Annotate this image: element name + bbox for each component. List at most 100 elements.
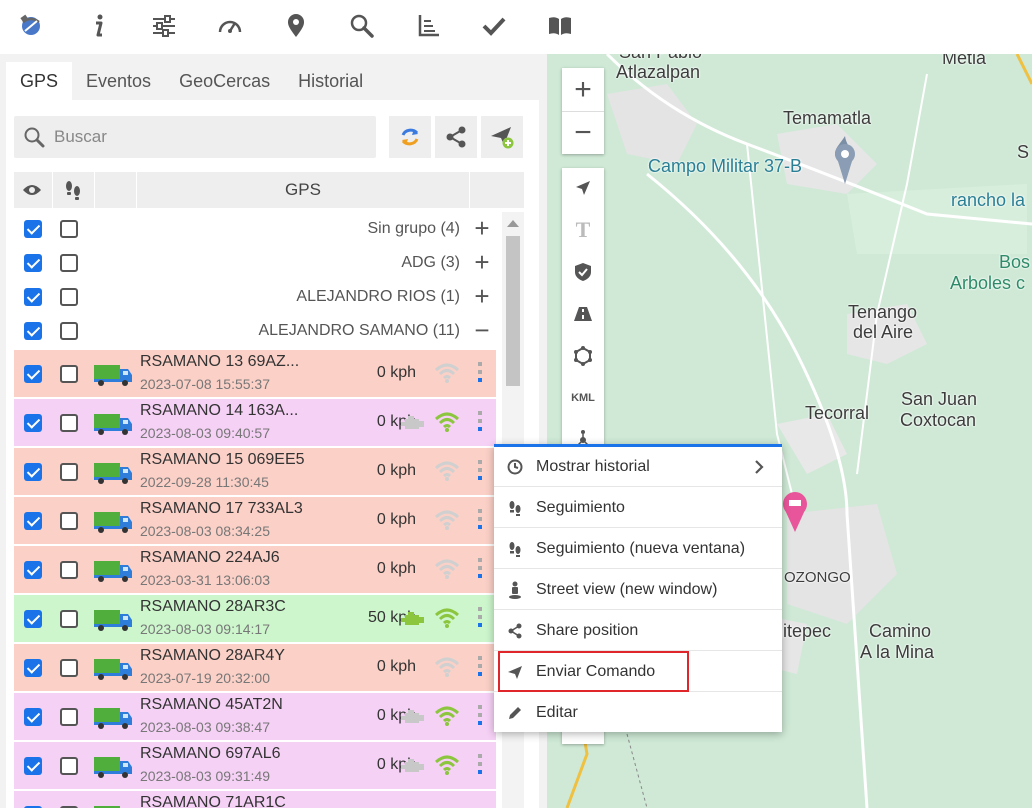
device-follow-checkbox[interactable]	[60, 708, 78, 726]
device-visible-checkbox[interactable]	[24, 414, 42, 432]
scrollbar-thumb[interactable]	[506, 236, 520, 386]
device-name: RSAMANO 15 069EE5	[140, 451, 305, 468]
search-icon[interactable]	[344, 8, 380, 44]
zoom-out-button[interactable]: −	[562, 111, 604, 154]
send-command-add-button[interactable]	[481, 116, 523, 158]
kml-icon[interactable]: KML	[562, 378, 604, 418]
speedometer-icon[interactable]	[212, 8, 248, 44]
device-visible-checkbox[interactable]	[24, 365, 42, 383]
sliders-icon[interactable]	[146, 8, 182, 44]
device-row[interactable]: RSAMANO 224AJ6 2023-03-31 13:06:03 0 kph	[14, 546, 496, 594]
info-icon[interactable]	[80, 8, 116, 44]
footprints-icon[interactable]	[54, 172, 92, 208]
satellite-icon[interactable]	[13, 8, 49, 44]
device-menu-button[interactable]	[472, 654, 488, 682]
device-row[interactable]: RSAMANO 17 733AL3 2023-08-03 08:34:25 0 kp…	[14, 497, 496, 545]
group-follow-checkbox[interactable]	[60, 288, 78, 306]
menu-item-mostrar-historial[interactable]: Mostrar historial	[494, 447, 782, 487]
engine-icon	[400, 609, 426, 629]
menu-item-seguimiento[interactable]: Seguimiento	[494, 488, 782, 528]
share-button[interactable]	[435, 116, 477, 158]
device-name: RSAMANO 13 69AZ...	[140, 353, 300, 370]
device-visible-checkbox[interactable]	[24, 757, 42, 775]
device-speed: 0 kph	[376, 658, 416, 675]
menu-item-label: Street view (new window)	[536, 580, 718, 598]
device-menu-button[interactable]	[472, 556, 488, 584]
tab-geocercas[interactable]: GeoCercas	[165, 62, 284, 100]
device-menu-button[interactable]	[472, 752, 488, 780]
group-row: Sin grupo (4) +	[14, 212, 496, 246]
group-visible-checkbox[interactable]	[24, 288, 42, 306]
book-icon[interactable]	[542, 8, 578, 44]
group-visible-checkbox[interactable]	[24, 254, 42, 272]
search-input[interactable]	[54, 127, 354, 147]
group-visible-checkbox[interactable]	[24, 322, 42, 340]
group-visible-checkbox[interactable]	[24, 220, 42, 238]
device-follow-checkbox[interactable]	[60, 561, 78, 579]
device-row[interactable]: RSAMANO 13 69AZ... 2023-07-08 15:55:37 0 k…	[14, 350, 496, 398]
device-row[interactable]: RSAMANO 28AR3C 2023-08-03 09:14:17 50 kph	[14, 595, 496, 643]
collapse-group-button[interactable]: −	[470, 317, 494, 343]
device-follow-checkbox[interactable]	[60, 610, 78, 628]
group-follow-checkbox[interactable]	[60, 220, 78, 238]
sync-button[interactable]	[389, 116, 431, 158]
device-menu-button[interactable]	[472, 507, 488, 535]
device-follow-checkbox[interactable]	[60, 463, 78, 481]
device-visible-checkbox[interactable]	[24, 708, 42, 726]
chevron-right-icon	[754, 459, 764, 480]
device-name: RSAMANO 28AR3C	[140, 598, 286, 615]
tab-eventos[interactable]: Eventos	[72, 62, 165, 100]
polygon-icon[interactable]	[562, 336, 604, 376]
menu-item-seguimiento-nueva-ventana[interactable]: Seguimiento (nueva ventana)	[494, 529, 782, 569]
shield-check-icon[interactable]	[562, 252, 604, 292]
device-menu-button[interactable]	[472, 360, 488, 388]
zoom-in-button[interactable]: +	[562, 68, 604, 111]
device-follow-checkbox[interactable]	[60, 414, 78, 432]
device-row[interactable]: RSAMANO 28AR4Y 2023-07-19 20:32:00 0 kph	[14, 644, 496, 692]
menu-item-share-position[interactable]: Share position	[494, 611, 782, 651]
device-visible-checkbox[interactable]	[24, 512, 42, 530]
expand-group-button[interactable]: +	[470, 283, 494, 309]
device-menu-button[interactable]	[472, 458, 488, 486]
road-icon[interactable]	[562, 294, 604, 334]
scroll-up-arrow[interactable]	[507, 220, 519, 227]
expand-group-button[interactable]: +	[470, 215, 494, 241]
device-visible-checkbox[interactable]	[24, 659, 42, 677]
device-row[interactable]: RSAMANO 71AR1C	[14, 791, 496, 808]
device-visible-checkbox[interactable]	[24, 610, 42, 628]
text-tool-icon[interactable]: T	[562, 210, 604, 250]
device-timestamp: 2023-08-03 09:40:57	[140, 425, 270, 441]
device-follow-checkbox[interactable]	[60, 512, 78, 530]
map-label: Tecorral	[805, 403, 870, 423]
gps-column-header[interactable]: GPS	[138, 172, 468, 208]
device-visible-checkbox[interactable]	[24, 561, 42, 579]
device-follow-checkbox[interactable]	[60, 365, 78, 383]
group-follow-checkbox[interactable]	[60, 254, 78, 272]
check-icon[interactable]	[476, 8, 512, 44]
menu-item-enviar-comando[interactable]: Enviar Comando	[494, 652, 782, 692]
map-pin-icon[interactable]	[278, 8, 314, 44]
device-menu-button[interactable]	[472, 409, 488, 437]
axes-icon[interactable]	[410, 8, 446, 44]
search-box[interactable]	[14, 116, 376, 158]
device-visible-checkbox[interactable]	[24, 463, 42, 481]
device-menu-button[interactable]	[472, 605, 488, 633]
tab-historial[interactable]: Historial	[284, 62, 377, 100]
device-row[interactable]: RSAMANO 697AL6 2023-08-03 09:31:49 0 kph	[14, 742, 496, 790]
tab-bar: GPS Eventos GeoCercas Historial	[6, 62, 377, 100]
device-follow-checkbox[interactable]	[60, 659, 78, 677]
menu-item-street-view[interactable]: Street view (new window)	[494, 570, 782, 610]
tab-gps[interactable]: GPS	[6, 62, 73, 100]
group-follow-checkbox[interactable]	[60, 322, 78, 340]
expand-group-button[interactable]: +	[470, 249, 494, 275]
eye-icon[interactable]	[14, 172, 50, 208]
device-row[interactable]: RSAMANO 14 163A... 2023-08-03 09:40:57 0 k…	[14, 399, 496, 447]
device-follow-checkbox[interactable]	[60, 757, 78, 775]
device-speed: 0 kph	[376, 511, 416, 528]
device-row[interactable]: RSAMANO 45AT2N 2023-08-03 09:38:47 0 kph	[14, 693, 496, 741]
navigate-icon[interactable]	[562, 168, 604, 208]
device-row[interactable]: RSAMANO 15 069EE5 2022-09-28 11:30:45 0 kp…	[14, 448, 496, 496]
device-menu-button[interactable]	[472, 703, 488, 731]
menu-item-editar[interactable]: Editar	[494, 693, 782, 733]
signal-icon	[434, 411, 460, 433]
